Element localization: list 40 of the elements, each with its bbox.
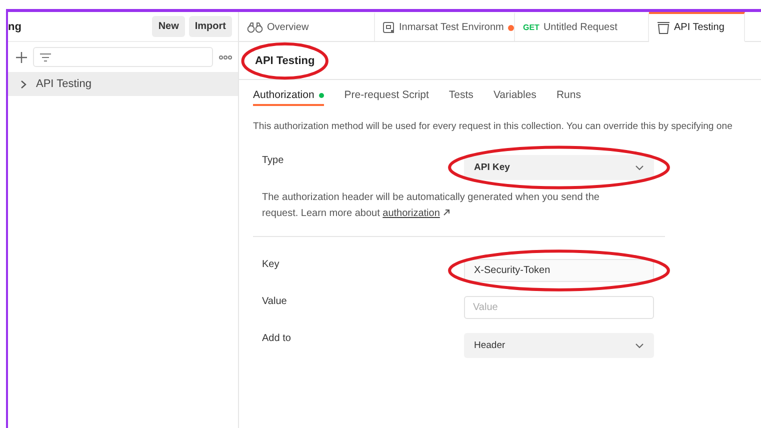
authorization-link[interactable]: authorization bbox=[382, 208, 440, 219]
filter-field[interactable] bbox=[33, 47, 213, 67]
editor-tab[interactable]: Overview bbox=[239, 12, 375, 41]
collection-title: API Testing bbox=[255, 54, 315, 66]
environment-icon bbox=[383, 22, 395, 34]
field-label: Type bbox=[262, 155, 285, 166]
chevron-icon[interactable] bbox=[20, 80, 27, 88]
import-button[interactable]: Import bbox=[188, 16, 232, 37]
section-tab[interactable]: Tests bbox=[448, 86, 474, 106]
field-label: Key bbox=[262, 259, 280, 270]
chevron-down-icon bbox=[635, 342, 644, 348]
collection-item[interactable]: API Testing bbox=[8, 72, 238, 96]
section-tab[interactable]: Runs bbox=[556, 86, 581, 106]
filter-icon bbox=[40, 52, 51, 62]
section-tab[interactable]: Variables bbox=[493, 86, 536, 106]
section-tab[interactable]: Pre-request Script bbox=[344, 86, 429, 106]
tab-label: Untitled Request bbox=[543, 22, 618, 33]
collection-icon bbox=[657, 22, 670, 34]
field-label: Value bbox=[262, 296, 288, 307]
method-label: GET bbox=[523, 23, 540, 32]
editor-tab[interactable]: API Testing bbox=[649, 12, 745, 42]
plus-icon[interactable] bbox=[16, 52, 27, 62]
value-field[interactable]: Value bbox=[464, 296, 654, 319]
editor-tab[interactable]: Inmarsat Test Environm bbox=[375, 12, 515, 41]
more-icon[interactable] bbox=[219, 54, 232, 60]
section-tab[interactable]: Authorization bbox=[253, 86, 324, 106]
external-link-icon bbox=[442, 209, 450, 216]
help-text: The authorization header will be automatically generated when you send the request. Learn more about authorization bbox=[262, 191, 600, 221]
tab-label: Overview bbox=[267, 22, 309, 33]
chevron-down-icon bbox=[635, 164, 644, 170]
dropdown[interactable]: API Key bbox=[464, 155, 654, 180]
new-button[interactable]: New bbox=[152, 16, 185, 37]
dropdown[interactable]: Header bbox=[464, 333, 654, 358]
workspace-title: ng bbox=[8, 20, 22, 32]
tab-label: Inmarsat Test Environm bbox=[399, 22, 504, 33]
binoculars-icon bbox=[247, 22, 263, 33]
key-field[interactable]: X-Security-Token bbox=[464, 259, 654, 282]
tab-label: API Testing bbox=[674, 22, 724, 33]
description-text: This authorization method will be used for every request in this collection. You can override this by specifying one bbox=[253, 121, 732, 132]
field-label: Add to bbox=[262, 333, 292, 344]
